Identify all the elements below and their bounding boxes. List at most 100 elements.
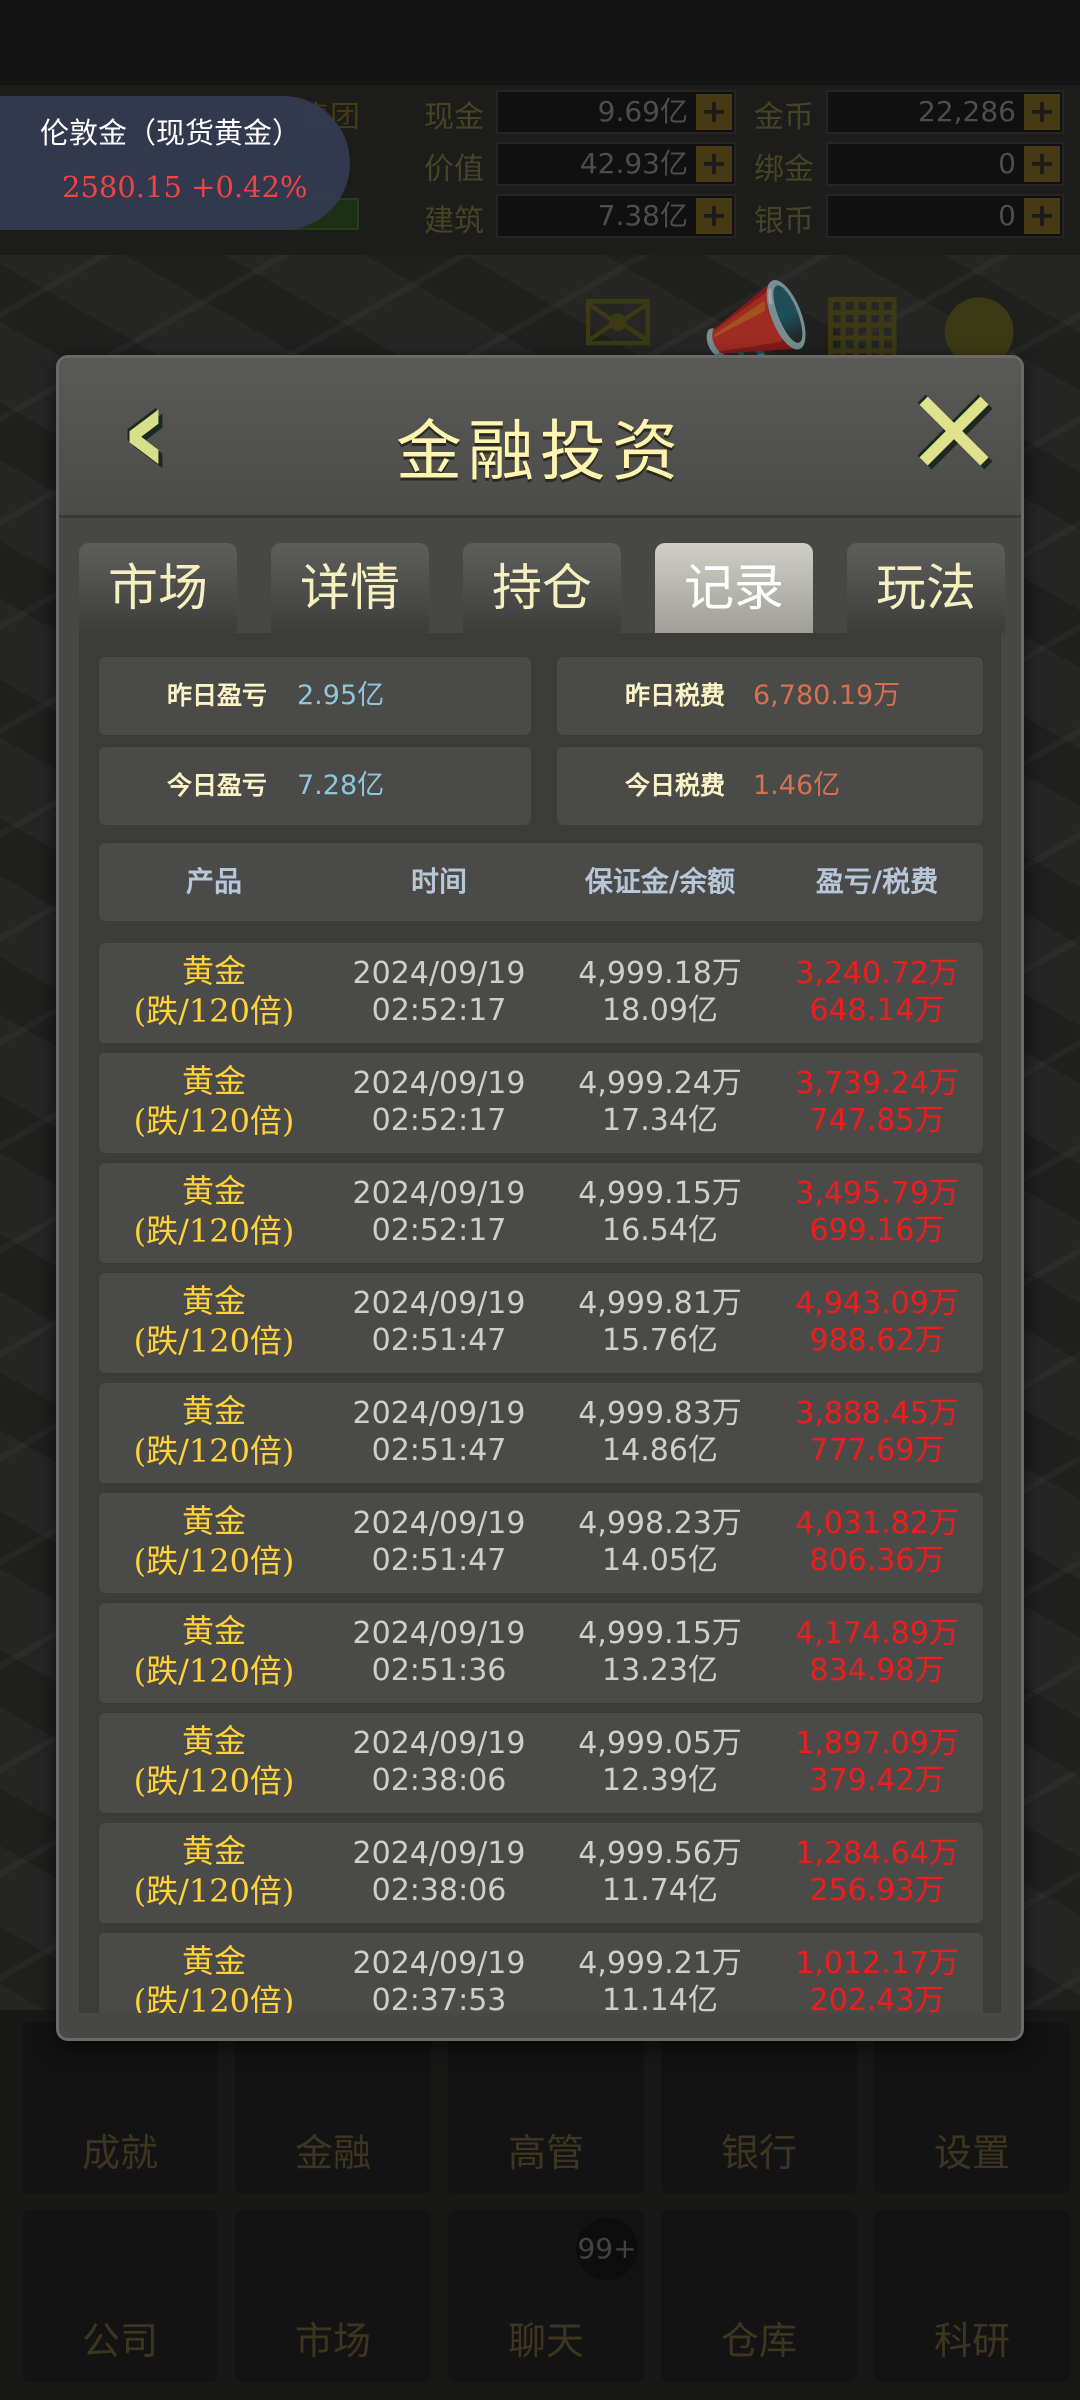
row-time: 02:52:17: [371, 993, 507, 1028]
row-pnl: 4,174.89万: [795, 1616, 959, 1651]
dialog-header: ‹ 金融投资 ✕: [59, 358, 1021, 518]
row-tax: 747.85万: [809, 1103, 945, 1138]
yesterday-tax-box: 昨日税费 6,780.19万: [557, 657, 983, 735]
row-balance: 14.05亿: [602, 1543, 718, 1578]
row-margin: 4,998.23万: [578, 1506, 742, 1541]
row-margin: 4,999.15万: [578, 1176, 742, 1211]
row-balance: 11.74亿: [602, 1873, 718, 1908]
row-time: 02:51:47: [371, 1323, 507, 1358]
row-direction: (跌/120倍): [133, 1212, 295, 1250]
row-date: 2024/09/19: [352, 1286, 526, 1321]
records-table-header: 产品 时间 保证金/余额 盈亏/税费: [99, 843, 983, 921]
row-product: 黄金: [181, 952, 246, 990]
row-product: 黄金: [181, 1172, 246, 1210]
row-time: 02:38:06: [371, 1873, 507, 1908]
row-tax: 202.43万: [809, 1983, 945, 2013]
row-time: 02:52:17: [371, 1213, 507, 1248]
row-direction: (跌/120倍): [133, 1322, 295, 1360]
row-date: 2024/09/19: [352, 1396, 526, 1431]
row-balance: 18.09亿: [602, 993, 718, 1028]
row-pnl: 3,495.79万: [795, 1176, 959, 1211]
row-date: 2024/09/19: [352, 1836, 526, 1871]
row-product: 黄金: [181, 1832, 246, 1870]
row-direction: (跌/120倍): [133, 1102, 295, 1140]
row-tax: 988.62万: [809, 1323, 945, 1358]
today-pnl-box: 今日盈亏 7.28亿: [99, 747, 531, 825]
yesterday-pnl-box: 昨日盈亏 2.95亿: [99, 657, 531, 735]
records-list[interactable]: 黄金 (跌/120倍) 2024/09/19 02:52:17 4,999.18万 1…: [99, 943, 983, 2013]
row-direction: (跌/120倍): [133, 1762, 295, 1800]
row-direction: (跌/120倍): [133, 1872, 295, 1910]
row-date: 2024/09/19: [352, 1176, 526, 1211]
tab-records[interactable]: 记录: [655, 543, 813, 633]
row-direction: (跌/120倍): [133, 1542, 295, 1580]
row-margin: 4,999.83万: [578, 1396, 742, 1431]
row-time: 02:52:17: [371, 1103, 507, 1138]
tab-positions[interactable]: 持仓: [463, 543, 621, 633]
yesterday-pnl-label: 昨日盈亏: [167, 681, 268, 710]
row-time: 02:38:06: [371, 1763, 507, 1798]
tab-market[interactable]: 市场: [79, 543, 237, 633]
table-row: 黄金 (跌/120倍) 2024/09/19 02:51:36 4,999.15万 1…: [99, 1603, 983, 1703]
row-product: 黄金: [181, 1062, 246, 1100]
row-tax: 648.14万: [809, 993, 945, 1028]
row-time: 02:51:47: [371, 1433, 507, 1468]
row-pnl: 3,739.24万: [795, 1066, 959, 1101]
table-row: 黄金 (跌/120倍) 2024/09/19 02:52:17 4,999.15万 1…: [99, 1163, 983, 1263]
table-row: 黄金 (跌/120倍) 2024/09/19 02:38:06 4,999.56万 1…: [99, 1823, 983, 1923]
row-product: 黄金: [181, 1612, 246, 1650]
table-row: 黄金 (跌/120倍) 2024/09/19 02:51:47 4,999.81万 1…: [99, 1273, 983, 1373]
row-pnl: 4,031.82万: [795, 1506, 959, 1541]
tab-how-to-play[interactable]: 玩法: [847, 543, 1005, 633]
row-margin: 4,999.18万: [578, 956, 742, 991]
row-product: 黄金: [181, 1722, 246, 1760]
row-direction: (跌/120倍): [133, 1652, 295, 1690]
row-balance: 13.23亿: [602, 1653, 718, 1688]
row-pnl: 4,943.09万: [795, 1286, 959, 1321]
row-tax: 834.98万: [809, 1653, 945, 1688]
row-balance: 17.34亿: [602, 1103, 718, 1138]
row-direction: (跌/120倍): [133, 1432, 295, 1470]
row-pnl: 3,888.45万: [795, 1396, 959, 1431]
row-direction: (跌/120倍): [133, 1982, 295, 2013]
row-time: 02:51:47: [371, 1543, 507, 1578]
row-time: 02:51:36: [371, 1653, 507, 1688]
ticker-name: 伦敦金（现货黄金）: [40, 116, 302, 150]
table-row: 黄金 (跌/120倍) 2024/09/19 02:38:06 4,999.05万 1…: [99, 1713, 983, 1813]
yesterday-tax-value: 6,780.19万: [753, 680, 901, 711]
row-margin: 4,999.05万: [578, 1726, 742, 1761]
row-pnl: 1,012.17万: [795, 1946, 959, 1981]
row-tax: 777.69万: [809, 1433, 945, 1468]
row-margin: 4,999.56万: [578, 1836, 742, 1871]
row-balance: 16.54亿: [602, 1213, 718, 1248]
today-tax-value: 1.46亿: [753, 770, 841, 801]
row-tax: 806.36万: [809, 1543, 945, 1578]
yesterday-tax-label: 昨日税费: [625, 681, 726, 710]
header-time: 时间: [410, 865, 467, 898]
today-tax-label: 今日税费: [625, 771, 726, 800]
row-tax: 699.16万: [809, 1213, 945, 1248]
row-balance: 11.14亿: [602, 1983, 718, 2013]
row-date: 2024/09/19: [352, 1616, 526, 1651]
row-direction: (跌/120倍): [133, 992, 295, 1030]
header-pnl-tax: 盈亏/税费: [815, 865, 939, 898]
today-tax-box: 今日税费 1.46亿: [557, 747, 983, 825]
row-tax: 256.93万: [809, 1873, 945, 1908]
row-margin: 4,999.21万: [578, 1946, 742, 1981]
table-row: 黄金 (跌/120倍) 2024/09/19 02:37:53 4,999.21万 1…: [99, 1933, 983, 2013]
row-pnl: 1,284.64万: [795, 1836, 959, 1871]
row-product: 黄金: [181, 1502, 246, 1540]
row-date: 2024/09/19: [352, 1506, 526, 1541]
header-margin-balance: 保证金/余额: [584, 865, 736, 898]
dialog-title: 金融投资: [396, 413, 684, 490]
tab-details[interactable]: 详情: [271, 543, 429, 633]
table-row: 黄金 (跌/120倍) 2024/09/19 02:51:47 4,998.23万 1…: [99, 1493, 983, 1593]
records-panel: 昨日盈亏 2.95亿 昨日税费 6,780.19万 今日盈亏 7.28亿 今日税…: [79, 633, 1001, 2013]
row-product: 黄金: [181, 1282, 246, 1320]
gold-price-ticker[interactable]: 伦敦金（现货黄金） 2580.15 +0.42%: [0, 96, 350, 230]
row-balance: 15.76亿: [602, 1323, 718, 1358]
row-margin: 4,999.81万: [578, 1286, 742, 1321]
yesterday-pnl-value: 2.95亿: [297, 680, 385, 711]
close-icon[interactable]: ✕: [899, 374, 1009, 493]
row-date: 2024/09/19: [352, 956, 526, 991]
